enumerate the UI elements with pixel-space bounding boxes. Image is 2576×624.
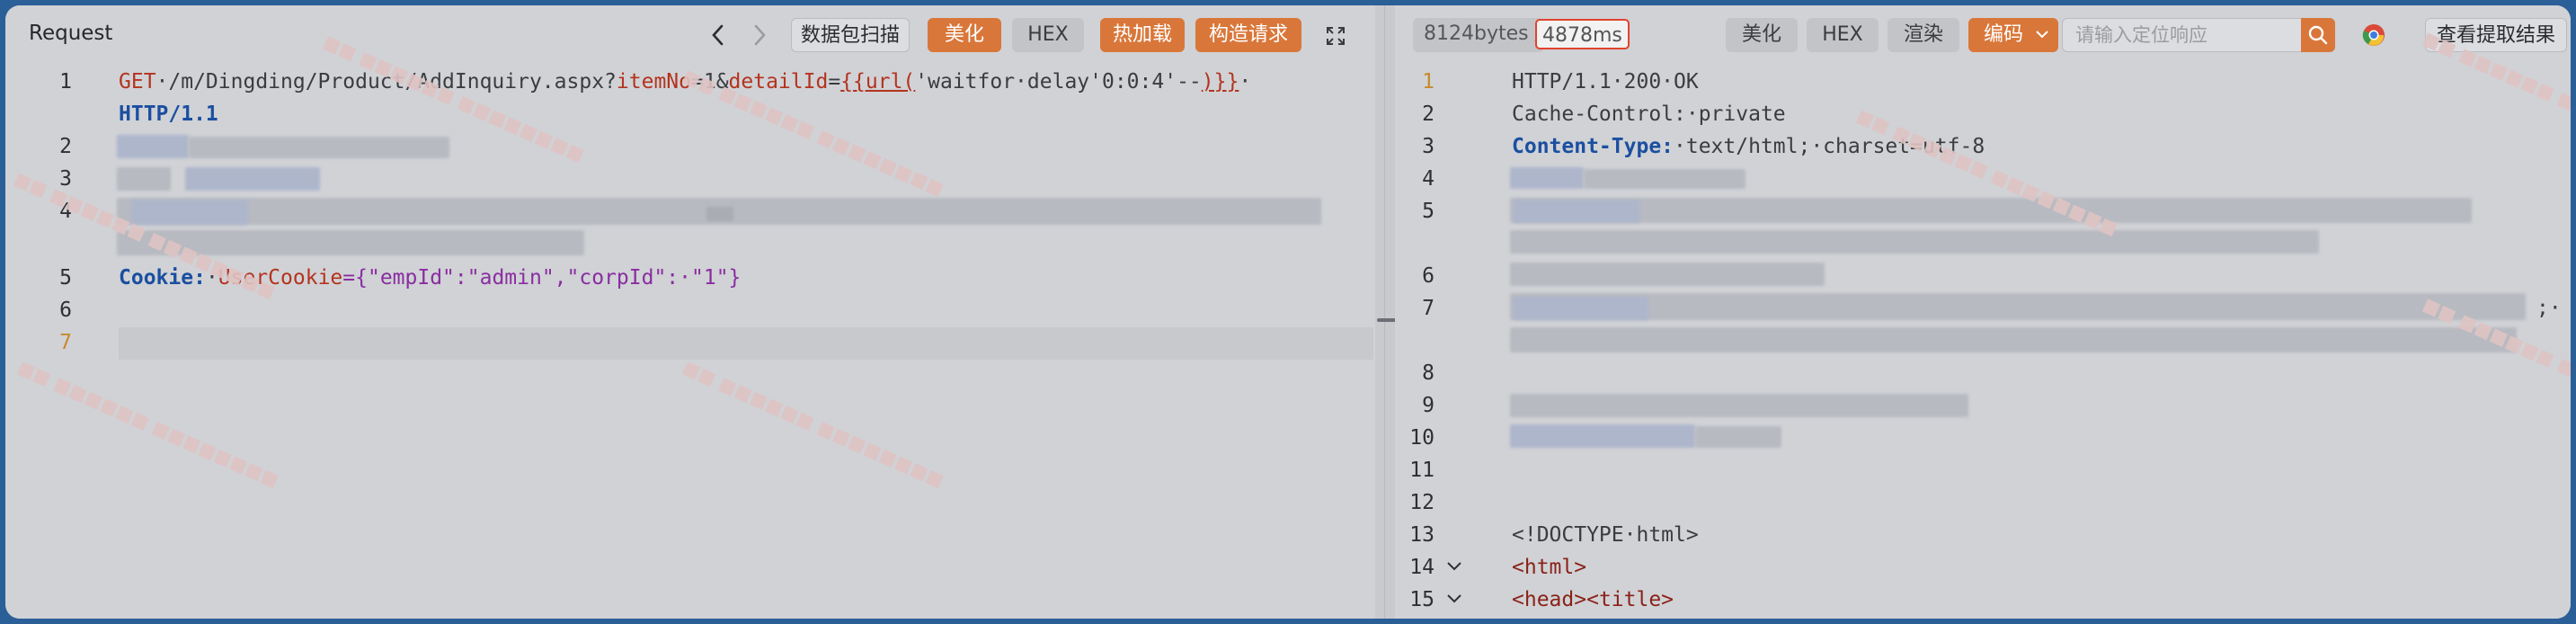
sql-payload: 'waitfor·delay'0:0:4'-- [915,70,1202,94]
beautify-button[interactable]: 美化 [928,18,1001,52]
line-number-active: 7 [59,331,72,354]
cookie-value: ={"empId":"admin","corpId":·"1"} [342,266,742,290]
response-beautify-button[interactable]: 美化 [1726,18,1798,52]
redacted-block [1510,230,2319,254]
encoding-label: 编码 [1983,23,2023,46]
chevron-left-icon[interactable] [710,23,726,51]
response-search-input[interactable]: 请输入定位响应 [2062,18,2323,52]
redacted-block [1584,169,1745,189]
redacted-block [185,167,320,191]
line-number: 13 [1409,523,1435,547]
search-placeholder: 请输入定位响应 [2075,24,2207,46]
http-protocol: HTTP/1.1 [119,103,218,126]
encoding-dropdown[interactable]: 编码 [1968,18,2058,52]
response-size: 8124bytes / 4878ms [1413,18,1630,52]
redacted-block [1510,263,1825,286]
line-number: 5 [59,266,72,290]
line-number-active: 1 [1422,70,1435,94]
chevron-down-icon [2035,18,2049,64]
content-type-header: Content-Type: [1512,135,1674,158]
watermark: ■■ ■■■■■■ ■■■■■■■■ [680,356,947,492]
redacted-block [1510,327,2517,352]
template-open: {{url( [840,70,916,94]
redacted-block [1514,200,1639,223]
line-number: 10 [1409,426,1435,450]
divider-line [1384,5,1385,619]
head-open-tag: <head> [1512,588,1587,611]
request-title: Request [29,22,113,45]
chrome-icon[interactable] [2362,23,2385,50]
trailing-space: · [1239,70,1252,94]
current-line-highlight [119,327,1373,360]
pane-divider[interactable] [1375,5,1400,619]
response-size-text: 8124bytes / [1424,22,1542,45]
redacted-block [1510,198,2472,223]
equals-sign: = [828,70,841,94]
response-hex-button[interactable]: HEX [1807,18,1879,52]
head-title-line: <head><title> [1512,588,1674,611]
chevron-down-icon[interactable] [1445,557,1463,580]
response-time: 4878ms [1535,19,1630,49]
hot-load-button[interactable]: 热加载 [1100,18,1185,52]
line-number: 2 [59,135,72,158]
title-open-tag: <title> [1586,588,1674,611]
line-number: 3 [1422,135,1435,158]
line-number: 4 [1422,167,1435,191]
expand-icon[interactable] [1325,25,1346,51]
redacted-block [1510,424,1695,448]
line-number: 5 [1422,200,1435,223]
line-number: 8 [1422,361,1435,385]
redacted-block [706,207,733,221]
redacted-block [117,135,189,158]
redacted-block [131,200,248,225]
redacted-block [189,137,449,158]
line-number: 14 [1409,556,1435,579]
search-icon[interactable] [2301,18,2335,52]
cache-control-line: Cache-Control:·private [1512,103,1786,126]
redacted-block [1510,167,1584,189]
request-pane: Request 数据包扫描 美化 HEX 热加载 构造请求 1 GET·/m/D… [5,5,1375,619]
redacted-block [1510,293,2526,320]
cookie-header-name: Cookie: [119,266,206,290]
redacted-block [1695,426,1781,448]
hex-button[interactable]: HEX [1012,18,1084,52]
line-number: 2 [1422,103,1435,126]
line-number: 9 [1422,394,1435,417]
line-number: 7 [1422,297,1435,320]
chevron-down-icon[interactable] [1445,590,1463,612]
app-window: Request 数据包扫描 美化 HEX 热加载 构造请求 1 GET·/m/D… [5,5,2571,619]
line-number: 11 [1409,459,1435,482]
redacted-block [117,167,171,191]
line-number: 6 [59,299,72,322]
line-number: 15 [1409,588,1435,611]
status-line: HTTP/1.1·200·OK [1512,70,1699,94]
html-open-tag: <html> [1512,556,1587,579]
line-number: 6 [1422,264,1435,288]
render-button[interactable]: 渲染 [1888,18,1959,52]
request-toolbar: Request 数据包扫描 美化 HEX 热加载 构造请求 [5,5,1375,63]
line-tail: ;· [2536,297,2562,320]
response-toolbar: 8124bytes / 4878ms 美化 HEX 渲染 编码 请输入定位响应 [1395,5,2571,63]
watermark: ■■ ■■■■■■ ■■■■■■■■ [14,356,282,492]
scan-packet-button[interactable]: 数据包扫描 [791,18,910,52]
chevron-right-icon[interactable] [751,23,768,51]
build-request-button[interactable]: 构造请求 [1195,18,1301,52]
response-pane: 8124bytes / 4878ms 美化 HEX 渲染 编码 请输入定位响应 [1395,5,2571,619]
line-number: 1 [59,70,72,94]
redacted-block [1510,394,1968,417]
line-number: 12 [1409,491,1435,514]
http-method: GET [119,70,156,94]
doctype-line: <!DOCTYPE·html> [1512,523,1699,547]
template-close: )}} [1201,70,1239,94]
redacted-block [1514,297,1648,320]
